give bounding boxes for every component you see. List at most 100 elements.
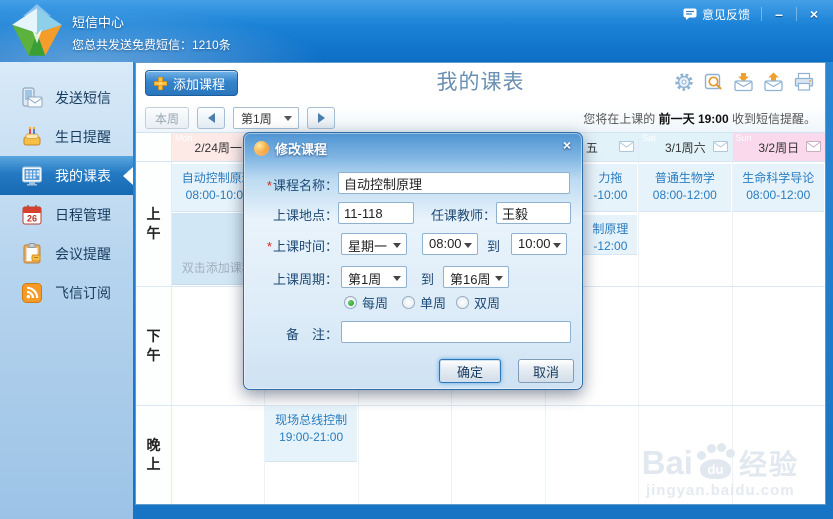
week-nav: 本周 第1周 您将在上课的 前一天 19:00 收到短信提醒。 [136, 104, 825, 133]
sidebar-item-label: 飞信订阅 [55, 284, 111, 301]
cell-sat-am[interactable]: 普通生物学 08:00-12:00 [639, 162, 733, 286]
baidu-jingyan-watermark: Bai du 经验 jingyan.baidu.com [641, 443, 799, 499]
sidebar: 发送短信 生日提醒 我的课表 26 日程管理 会议提醒 飞信订阅 [0, 62, 133, 519]
edit-course-dialog: 修改课程 × *课程名称： 上课地点： 任课教师： *上课时间： 星期一 08:… [243, 132, 583, 390]
remark-label: 备 注： [285, 327, 338, 342]
radio-every-week[interactable]: 每周 [344, 293, 388, 312]
end-time-select[interactable]: 10:00 [511, 233, 567, 255]
cell-sun-pm[interactable] [733, 287, 825, 405]
divider [796, 7, 797, 21]
radio-odd-week[interactable]: 单周 [402, 293, 446, 312]
sidebar-item-send-sms[interactable]: 发送短信 [0, 78, 133, 117]
app-logo-icon [12, 4, 62, 56]
sms-icon [22, 87, 43, 107]
course-name-input[interactable] [338, 172, 570, 194]
sidebar-item-label: 我的课表 [55, 167, 111, 184]
minimize-button[interactable]: – [764, 6, 794, 22]
location-input[interactable] [338, 202, 414, 224]
sidebar-item-label: 生日提醒 [55, 128, 111, 145]
prev-week-button[interactable] [197, 107, 226, 129]
teacher-label: 任课教师： [430, 208, 496, 223]
envelope-icon[interactable] [805, 141, 821, 152]
cell-tue-eve[interactable]: 现场总线控制 19:00-21:00 [265, 406, 359, 504]
sidebar-item-timetable[interactable]: 我的课表 [0, 156, 133, 195]
print-icon[interactable] [793, 72, 815, 92]
period-label-afternoon: 下午 [136, 287, 172, 405]
balloon-icon [254, 141, 269, 156]
course-block[interactable]: 现场总线控制 19:00-21:00 [265, 406, 357, 462]
add-course-label: 添加课程 [173, 76, 226, 92]
period-label-evening: 晚上 [136, 406, 172, 504]
to-label: 到 [487, 239, 501, 254]
chevron-left-icon [207, 113, 215, 123]
import-icon[interactable] [733, 72, 754, 92]
sidebar-item-agenda[interactable]: 26 日程管理 [0, 195, 133, 234]
chevron-right-icon [317, 113, 325, 123]
watermark-url: jingyan.baidu.com [645, 482, 795, 499]
app-title: 短信中心 [72, 15, 125, 30]
cell-sat-pm[interactable] [639, 287, 733, 405]
sidebar-item-label: 会议提醒 [55, 245, 111, 262]
plus-icon [154, 76, 167, 90]
teacher-input[interactable] [496, 202, 571, 224]
ok-button[interactable]: 确定 [439, 359, 501, 383]
export-icon[interactable] [763, 72, 784, 92]
cancel-button[interactable]: 取消 [518, 359, 574, 383]
sidebar-item-label: 日程管理 [55, 206, 111, 223]
cell-sun-am[interactable]: 生命科学导论 08:00-12:00 [732, 162, 825, 286]
meeting-icon [23, 242, 41, 263]
day-header-sat: Sat 3/1周六 [639, 133, 733, 161]
week-select[interactable]: 第1周 [233, 107, 300, 129]
to-label: 到 [421, 272, 435, 287]
calendar-icon: 26 [22, 204, 42, 224]
speech-bubble-icon [683, 8, 697, 20]
sidebar-item-meeting[interactable]: 会议提醒 [0, 234, 133, 273]
course-block[interactable]: 生命科学导论 08:00-12:00 [732, 164, 824, 212]
course-name-label: *课程名称： [266, 178, 338, 193]
timetable-icon [22, 166, 42, 185]
day-header-sun: Sun 3/2周日 [732, 133, 825, 161]
envelope-icon[interactable] [712, 141, 728, 152]
envelope-icon[interactable] [619, 141, 635, 152]
class-time-label: *上课时间： [266, 239, 338, 254]
cell-wed-eve[interactable] [359, 406, 453, 504]
sidebar-item-birthday[interactable]: 生日提醒 [0, 117, 133, 156]
cell-fri-eve[interactable] [546, 406, 640, 504]
remark-input[interactable] [341, 321, 571, 343]
end-week-select[interactable]: 第16周 [443, 266, 509, 288]
rss-icon [22, 282, 42, 303]
next-week-button[interactable] [307, 107, 336, 129]
radio-even-week[interactable]: 双周 [456, 293, 500, 312]
this-week-button[interactable]: 本周 [145, 107, 190, 129]
period-label: 上课周期： [272, 272, 338, 287]
paw-icon: du [696, 443, 736, 479]
sms-count-text: 您总共发送免费短信：1210条 [72, 38, 231, 52]
corner-cell [136, 133, 172, 161]
cell-thu-eve[interactable] [452, 406, 546, 504]
radio-selected-icon [344, 296, 357, 309]
titlebar: 短信中心 您总共发送免费短信：1210条 意见反馈 – × [0, 0, 833, 62]
divider [761, 7, 762, 21]
start-time-select[interactable]: 08:00 [422, 233, 478, 255]
cell-mon-eve[interactable] [172, 406, 266, 504]
sidebar-item-label: 发送短信 [55, 89, 111, 106]
location-label: 上课地点： [272, 208, 338, 223]
dialog-title: 修改课程 [254, 139, 327, 158]
add-course-button[interactable]: 添加课程 [145, 70, 239, 96]
weekday-select[interactable]: 星期一 [341, 233, 407, 255]
start-week-select[interactable]: 第1周 [341, 266, 407, 288]
dialog-close-button[interactable]: × [563, 137, 571, 153]
reminder-text: 您将在上课的 前一天 19:00 收到短信提醒。 [583, 111, 816, 126]
period-label-morning: 上午 [136, 162, 172, 286]
birthday-icon [23, 126, 41, 145]
close-button[interactable]: × [799, 6, 829, 22]
feedback-button[interactable]: 意见反馈 [674, 6, 759, 23]
feedback-label: 意见反馈 [701, 7, 750, 22]
course-block[interactable]: 普通生物学 08:00-12:00 [639, 164, 731, 212]
radio-icon [456, 296, 469, 309]
preview-icon[interactable] [704, 72, 724, 92]
settings-icon[interactable] [673, 72, 695, 92]
sidebar-item-subscribe[interactable]: 飞信订阅 [0, 273, 133, 312]
radio-icon [402, 296, 415, 309]
app-window: 短信中心 您总共发送免费短信：1210条 意见反馈 – × 发送短信 生日提醒 … [0, 0, 833, 519]
